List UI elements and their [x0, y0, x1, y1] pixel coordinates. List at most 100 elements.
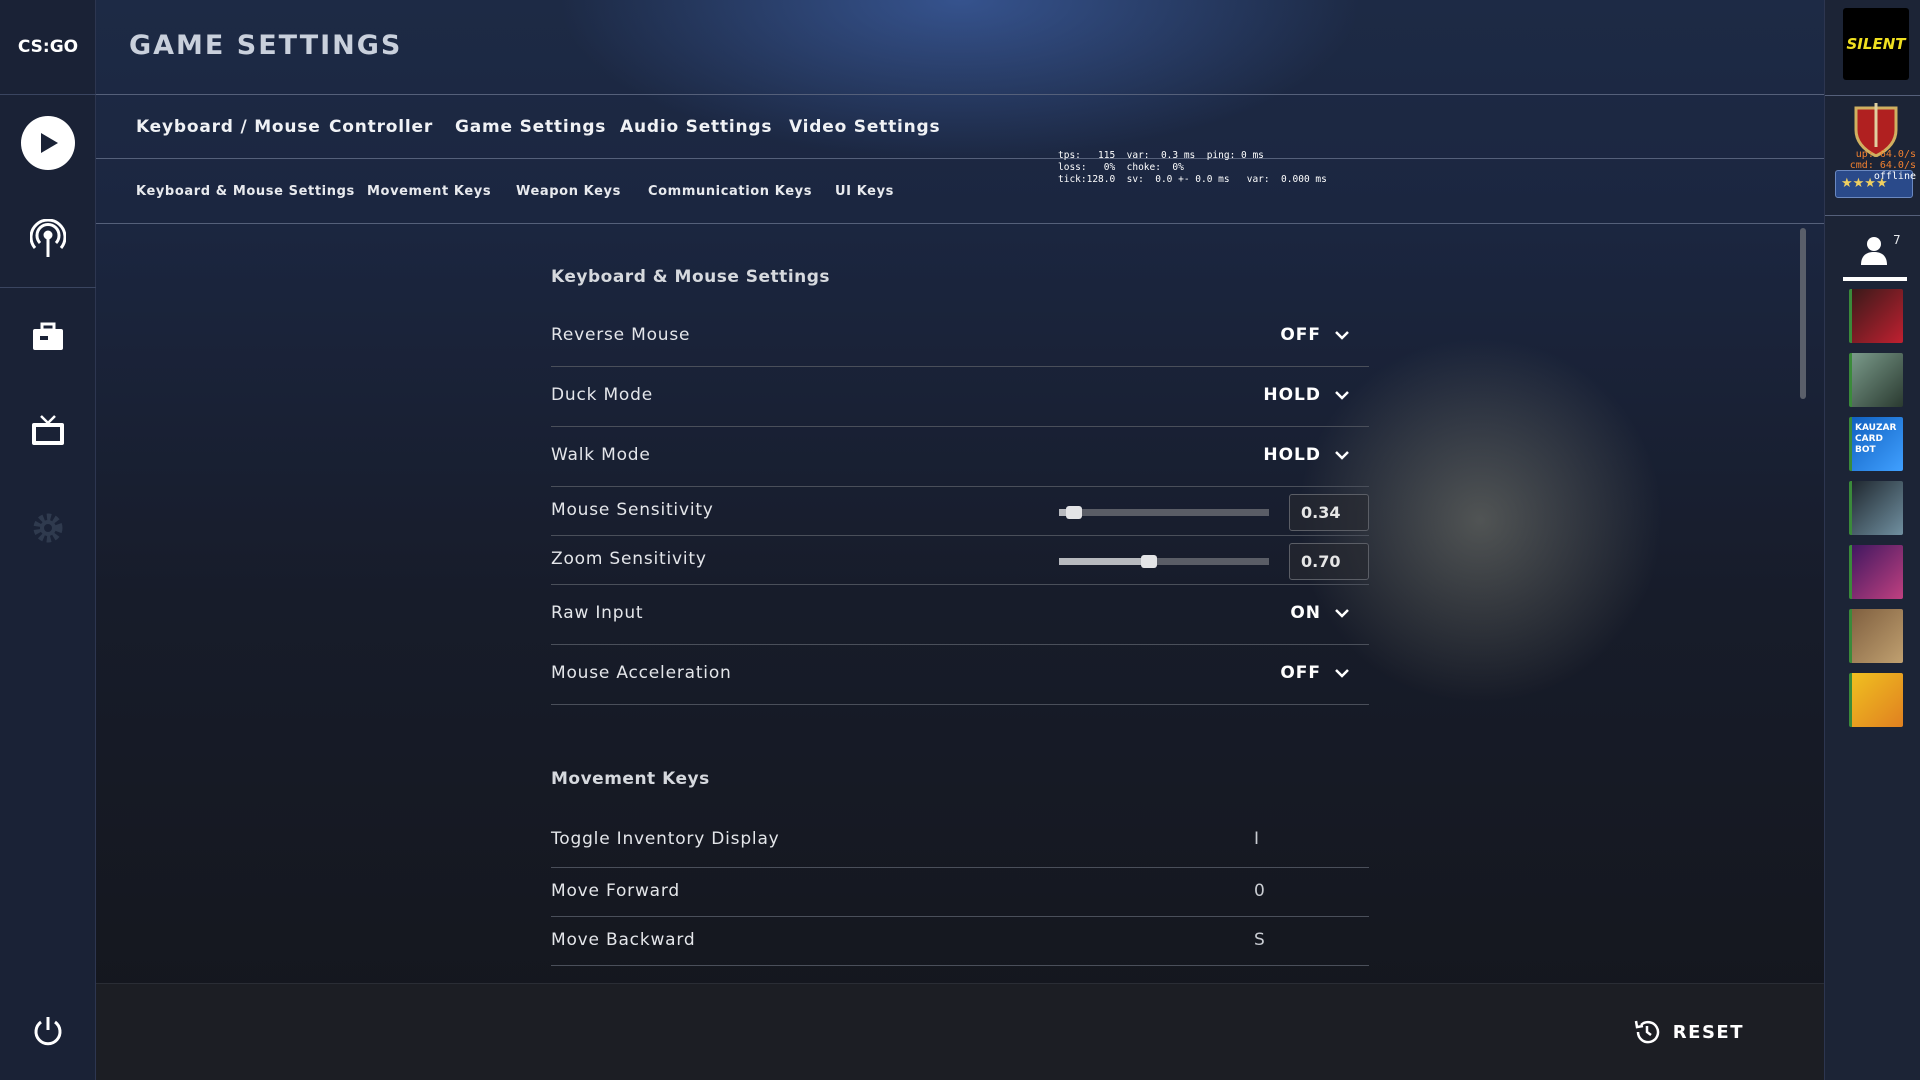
setting-dropdown[interactable]: HOLD: [1263, 385, 1349, 405]
setting-dropdown[interactable]: OFF: [1280, 325, 1349, 345]
dropdown-value: HOLD: [1263, 445, 1321, 465]
subtab-communication-keys[interactable]: Communication Keys: [648, 184, 812, 199]
netgraph-line: loss: 0% choke: 0%: [1058, 162, 1184, 173]
setting-slider[interactable]: [1059, 505, 1269, 519]
dropdown-value: OFF: [1280, 325, 1321, 345]
setting-label: Toggle Inventory Display: [551, 829, 780, 849]
tab-keyboard-mouse[interactable]: Keyboard / Mouse: [136, 117, 321, 137]
setting-label: Mouse Acceleration: [551, 663, 732, 683]
chevron-down-icon: [1335, 609, 1349, 618]
chevron-down-icon: [1335, 451, 1349, 460]
slider-fill: [1059, 557, 1150, 565]
setting-row: Move Forward 0: [551, 868, 1369, 917]
netgraph-line: tps: 115 var: 0.3 ms ping: 0 ms: [1058, 150, 1264, 161]
header: GAME SETTINGS: [96, 0, 1824, 95]
section-title: Keyboard & Mouse Settings: [551, 267, 831, 287]
friends-tab-indicator: [1843, 277, 1907, 281]
reset-label: RESET: [1672, 1021, 1744, 1043]
reset-button[interactable]: RESET: [1633, 1018, 1744, 1046]
setting-label: Reverse Mouse: [551, 325, 691, 345]
sidebar-divider: [0, 287, 96, 288]
setting-row: Zoom Sensitivity 0.70: [551, 536, 1369, 585]
setting-row: Walk Mode HOLD: [551, 427, 1369, 487]
setting-row: Move Backward S: [551, 917, 1369, 966]
page-title: GAME SETTINGS: [129, 30, 403, 61]
friend-avatar[interactable]: [1849, 481, 1903, 535]
tab-audio-settings[interactable]: Audio Settings: [620, 117, 772, 137]
tv-icon: [32, 415, 64, 445]
key-binding[interactable]: S: [1254, 930, 1265, 950]
watch-broadcast-button[interactable]: [18, 209, 78, 269]
setting-dropdown[interactable]: ON: [1290, 603, 1349, 623]
net-graph: tps: 115 var: 0.3 ms ping: 0 ms loss: 0% …: [1058, 150, 1327, 186]
friends-count: 7: [1893, 233, 1901, 247]
subtab-keyboard-mouse-settings[interactable]: Keyboard & Mouse Settings: [136, 184, 355, 199]
subtab-ui-keys[interactable]: UI Keys: [835, 184, 894, 199]
setting-label: Walk Mode: [551, 445, 651, 465]
setting-dropdown[interactable]: HOLD: [1263, 445, 1349, 465]
avatar-text: KAUZAR CARD BOT: [1855, 423, 1897, 455]
subtab-movement-keys[interactable]: Movement Keys: [367, 184, 491, 199]
friend-avatar[interactable]: [1849, 289, 1903, 343]
friend-avatar[interactable]: [1849, 673, 1903, 727]
setting-label: Duck Mode: [551, 385, 653, 405]
key-binding[interactable]: 0: [1254, 881, 1265, 901]
chevron-down-icon: [1335, 331, 1349, 340]
setting-label: Zoom Sensitivity: [551, 548, 707, 569]
watch-button[interactable]: [18, 401, 78, 461]
divider: [1825, 215, 1920, 216]
slider-handle[interactable]: [1065, 505, 1082, 519]
inventory-button[interactable]: [18, 307, 78, 367]
scrollbar[interactable]: [1800, 228, 1806, 399]
setting-label: Raw Input: [551, 603, 644, 623]
setting-row: Duck Mode HOLD: [551, 367, 1369, 427]
tab-controller[interactable]: Controller: [329, 117, 433, 137]
play-icon: [41, 133, 58, 153]
gear-icon: [33, 513, 63, 543]
divider: [1825, 95, 1920, 96]
status-text: offline: [1873, 171, 1916, 182]
friends-button[interactable]: 7: [1861, 233, 1901, 269]
right-sidebar: SILENT ★★★★ up: 64.0/s cmd: 64.0/s offline…: [1824, 0, 1920, 1080]
antenna-icon: [30, 219, 66, 257]
slider-handle[interactable]: [1141, 554, 1158, 568]
chevron-down-icon: [1335, 391, 1349, 400]
netgraph-line: tick:128.0 sv: 0.0 +- 0.0 ms var: 0.000 …: [1058, 174, 1327, 185]
setting-value-input[interactable]: 0.34: [1289, 493, 1369, 531]
setting-row: Raw Input ON: [551, 585, 1369, 645]
friend-avatar[interactable]: [1849, 545, 1903, 599]
setting-row: Toggle Inventory Display I: [551, 814, 1369, 868]
section-title: Movement Keys: [551, 769, 710, 789]
play-button[interactable]: [21, 116, 75, 170]
briefcase-icon: [33, 322, 63, 350]
setting-label: Mouse Sensitivity: [551, 499, 714, 520]
tab-video-settings[interactable]: Video Settings: [789, 117, 940, 137]
footer: RESET: [96, 983, 1824, 1080]
setting-label: Move Forward: [551, 880, 680, 901]
team-logo[interactable]: SILENT: [1843, 8, 1909, 80]
setting-row: Mouse Acceleration OFF: [551, 645, 1369, 705]
team-name: SILENT: [1846, 35, 1906, 53]
person-icon: [1861, 237, 1887, 265]
net-stats: up: 64.0/s cmd: 64.0/s offline: [1850, 149, 1916, 182]
friend-avatar[interactable]: [1849, 609, 1903, 663]
setting-dropdown[interactable]: OFF: [1280, 663, 1349, 683]
dropdown-value: HOLD: [1263, 385, 1321, 405]
power-icon: [34, 1017, 62, 1046]
quit-button[interactable]: [18, 1001, 78, 1061]
sub-tabs: Keyboard & Mouse Settings Movement Keys …: [96, 159, 1824, 224]
setting-label: Move Backward: [551, 929, 696, 950]
setting-row: Reverse Mouse OFF: [551, 307, 1369, 367]
dropdown-value: OFF: [1280, 663, 1321, 683]
friend-avatar[interactable]: KAUZAR CARD BOT: [1849, 417, 1903, 471]
left-sidebar: CS:GO: [0, 0, 96, 1080]
setting-slider[interactable]: [1059, 554, 1269, 568]
settings-button[interactable]: [18, 498, 78, 558]
setting-value-input[interactable]: 0.70: [1289, 542, 1369, 580]
friend-avatar[interactable]: [1849, 353, 1903, 407]
tab-game-settings[interactable]: Game Settings: [455, 117, 606, 137]
cmd-rate: cmd: 64.0/s: [1849, 160, 1916, 171]
key-binding[interactable]: I: [1254, 829, 1259, 849]
csgo-logo: CS:GO: [0, 0, 96, 95]
subtab-weapon-keys[interactable]: Weapon Keys: [516, 184, 621, 199]
